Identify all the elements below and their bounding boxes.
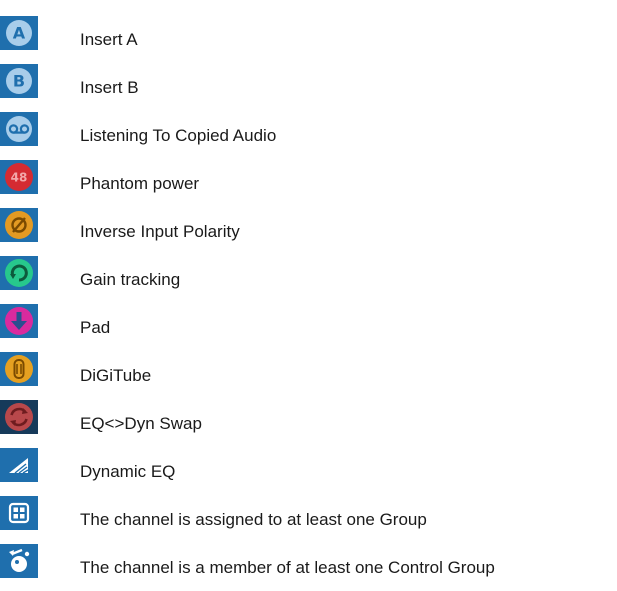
legend-row-phantom-power: 48 Phantom power — [0, 152, 617, 200]
insert-a-glyph: A — [13, 24, 26, 43]
phantom-48v-icon: 48 — [0, 160, 38, 194]
legend-row-eq-dyn-swap: EQ<>Dyn Swap — [0, 392, 617, 440]
insert-b-icon: B — [0, 64, 38, 98]
legend-label: Insert A — [80, 30, 138, 49]
legend-label: The channel is assigned to at least one … — [80, 510, 427, 529]
legend-label: The channel is a member of at least one … — [80, 558, 495, 577]
control-group-icon — [0, 544, 38, 578]
legend-label: Dynamic EQ — [80, 462, 176, 481]
legend-label: Inverse Input Polarity — [80, 222, 240, 241]
phantom-glyph: 48 — [11, 171, 28, 185]
legend-label: Pad — [80, 318, 111, 337]
gain-tracking-icon — [0, 256, 38, 290]
polarity-icon — [0, 208, 38, 242]
legend-row-dynamic-eq: Dynamic EQ — [0, 440, 617, 488]
legend-row-digitube: DiGiTube — [0, 344, 617, 392]
digitube-icon — [0, 352, 38, 386]
legend-row-gain-tracking: Gain tracking — [0, 248, 617, 296]
legend-label: Gain tracking — [80, 270, 181, 289]
legend-row-pad: Pad — [0, 296, 617, 344]
legend-row-group: The channel is assigned to at least one … — [0, 488, 617, 536]
dynamic-eq-icon — [0, 448, 38, 482]
legend-row-polarity: Inverse Input Polarity — [0, 200, 617, 248]
legend-row-insert-a: A Insert A — [0, 8, 617, 56]
pad-down-arrow-icon — [0, 304, 38, 338]
legend-label: Phantom power — [80, 174, 200, 193]
legend-label: DiGiTube — [80, 366, 152, 385]
legend-label: Listening To Copied Audio — [80, 126, 277, 145]
insert-a-icon: A — [0, 16, 38, 50]
swap-icon — [0, 400, 38, 434]
legend-row-insert-b: B Insert B — [0, 56, 617, 104]
group-icon — [0, 496, 38, 530]
insert-b-glyph: B — [13, 72, 25, 91]
legend-row-control-group: The channel is a member of at least one … — [0, 536, 617, 584]
legend-row-copied-audio: Listening To Copied Audio — [0, 104, 617, 152]
legend-label: EQ<>Dyn Swap — [80, 414, 202, 433]
legend-label: Insert B — [80, 78, 139, 97]
tape-icon — [0, 112, 38, 146]
